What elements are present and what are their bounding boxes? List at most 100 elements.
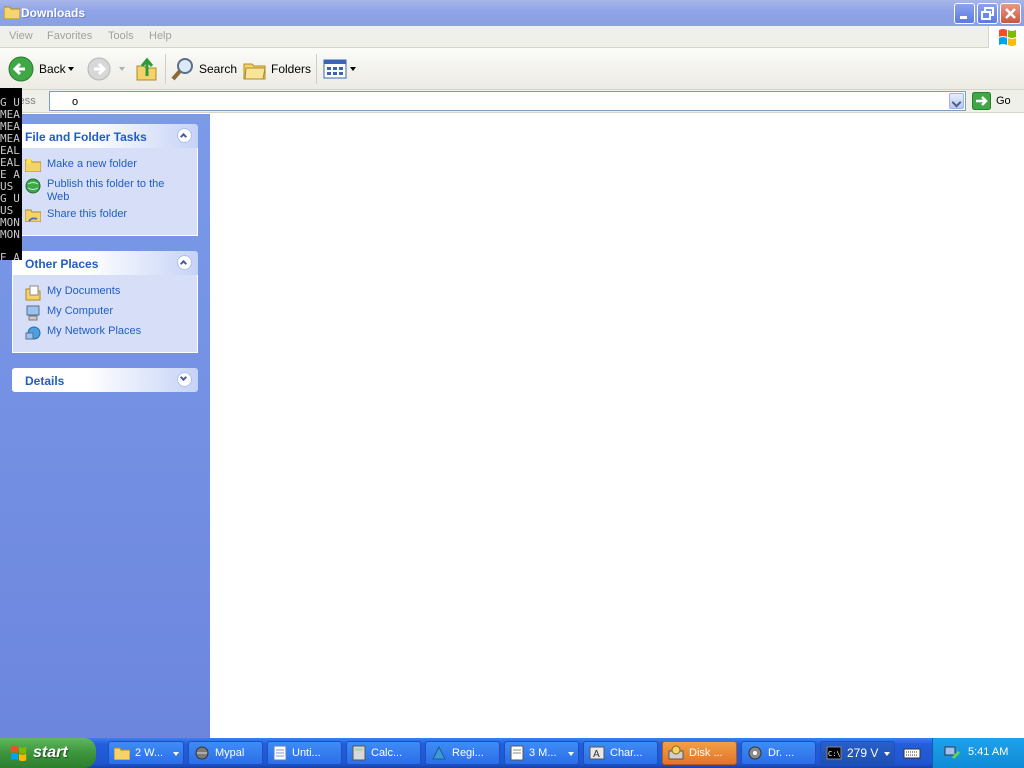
back-dropdown-icon[interactable] (68, 67, 74, 71)
keyboard-icon[interactable] (903, 746, 921, 763)
panel-title: File and Folder Tasks (25, 130, 147, 144)
back-label: Back (39, 62, 66, 76)
taskbar-button-group-3[interactable]: 3 M... (504, 741, 579, 765)
forward-dropdown-icon[interactable] (119, 67, 125, 71)
back-arrow-icon (8, 56, 34, 82)
taskbar: start 2 W... Mypal Unti... Calc... Regi.… (0, 738, 1024, 768)
task-label: 279 V (847, 746, 879, 760)
link-label: My Network Places (47, 325, 142, 337)
system-tray: 5:41 AM (932, 738, 1024, 768)
taskbar-button-charmap[interactable]: A Char... (583, 741, 658, 765)
other-places-header[interactable]: Other Places (12, 251, 198, 275)
group-dropdown-icon (568, 752, 574, 756)
taskbar-button-calculator[interactable]: Calc... (346, 741, 421, 765)
link-label: Make a new folder (47, 158, 137, 170)
task-label: Disk ... (689, 747, 723, 759)
console-window-fragment[interactable]: G U MEA MEA MEA EAL EAL E A US G U US MO… (0, 88, 22, 260)
search-icon (171, 58, 193, 81)
my-network-places-icon (25, 326, 41, 340)
task-label: Regi... (452, 747, 484, 759)
views-dropdown-icon[interactable] (350, 67, 356, 71)
menu-view[interactable]: View (9, 30, 33, 42)
address-input[interactable]: o (49, 91, 966, 111)
search-label: Search (199, 62, 238, 76)
taskbar-button-drwatson[interactable]: Dr. ... (741, 741, 816, 765)
windows-logo-icon (988, 26, 1024, 48)
console-icon: C:\ (826, 746, 842, 760)
task-label: Unti... (292, 747, 321, 759)
task-label: Mypal (215, 747, 245, 759)
link-label: My Computer (47, 305, 114, 317)
folders-button[interactable]: Folders (243, 54, 311, 84)
restore-button[interactable] (977, 3, 998, 24)
start-button[interactable]: start (0, 738, 96, 768)
address-value: o (72, 96, 79, 108)
file-folder-tasks-panel: Make a new folder Publish this folder to… (12, 148, 198, 236)
collapse-chevron-icon[interactable] (177, 128, 192, 143)
console-line: E A (0, 251, 20, 261)
registry-editor-icon (432, 745, 446, 760)
forward-button[interactable] (86, 54, 112, 84)
collapse-chevron-icon[interactable] (177, 255, 192, 270)
notepad-icon (273, 745, 287, 761)
group-dropdown-icon (173, 752, 179, 756)
go-arrow-icon (972, 92, 991, 110)
task-label: 3 M... (529, 747, 557, 759)
character-map-icon: A (589, 746, 605, 760)
folders-label: Folders (271, 62, 312, 76)
taskbar-button-untitled[interactable]: Unti... (267, 741, 342, 765)
share-folder-icon (25, 209, 41, 222)
panel-title: Details (25, 374, 65, 388)
make-new-folder-link[interactable]: Make a new folder (25, 158, 173, 172)
views-button[interactable] (323, 54, 347, 84)
panel-title: Other Places (25, 257, 99, 271)
expand-chevron-icon[interactable] (177, 372, 192, 387)
address-bar: ress o Go (0, 90, 1024, 113)
standard-toolbar: Back Search Folders (0, 48, 1024, 90)
taskbar-button-mypal[interactable]: Mypal (188, 741, 263, 765)
go-button[interactable]: Go (972, 92, 1011, 110)
taskbar-button-console[interactable]: C:\ 279 V (820, 741, 895, 765)
taskbar-button-registry[interactable]: Regi... (425, 741, 500, 765)
desktop-screen: Downloads View Favorites Tools Help Back (0, 0, 1024, 768)
my-documents-link[interactable]: My Documents (25, 285, 173, 301)
clock[interactable]: 5:41 AM (968, 746, 1008, 758)
folders-icon (243, 63, 266, 80)
my-computer-link[interactable]: My Computer (25, 305, 173, 321)
up-folder-button[interactable] (135, 54, 159, 84)
window-title-bar[interactable]: Downloads (0, 0, 1024, 26)
other-places-panel: My Documents My Computer My Network Plac… (12, 275, 198, 353)
folder-icon (4, 6, 20, 19)
task-label: Calc... (371, 747, 403, 759)
group-dropdown-icon (884, 752, 890, 756)
menu-tools[interactable]: Tools (108, 30, 134, 42)
folder-icon (114, 747, 130, 760)
menu-favorites[interactable]: Favorites (47, 30, 92, 42)
folder-contents-area[interactable] (210, 114, 1024, 738)
share-folder-link[interactable]: Share this folder (25, 208, 173, 222)
file-folder-tasks-header[interactable]: File and Folder Tasks (12, 124, 198, 148)
forward-arrow-icon (87, 57, 111, 81)
taskbar-button-explorer-group[interactable]: 2 W... (108, 741, 184, 765)
menu-help[interactable]: Help (149, 30, 172, 42)
address-dropdown-button[interactable] (949, 93, 964, 109)
back-button[interactable]: Back (8, 54, 66, 84)
close-button[interactable] (1000, 3, 1021, 24)
details-header[interactable]: Details (12, 368, 198, 392)
link-label: Publish this folder to the Web (47, 178, 165, 203)
minimize-button[interactable] (954, 3, 975, 24)
taskbar-button-disk[interactable]: Disk ... (662, 741, 737, 765)
disk-icon (668, 745, 684, 760)
my-network-places-link[interactable]: My Network Places (25, 325, 173, 341)
network-tray-icon[interactable] (943, 744, 961, 762)
publish-folder-link[interactable]: Publish this folder to the Web (25, 178, 173, 204)
window-title: Downloads (21, 6, 86, 20)
svg-text:C:\: C:\ (828, 750, 841, 758)
dr-watson-icon (748, 746, 762, 760)
menu-bar: View Favorites Tools Help (0, 26, 1024, 48)
toolbar-separator (316, 54, 317, 84)
windows-logo-icon (10, 745, 27, 762)
go-label: Go (996, 95, 1011, 107)
calculator-icon (352, 745, 366, 761)
search-button[interactable]: Search (171, 54, 237, 84)
